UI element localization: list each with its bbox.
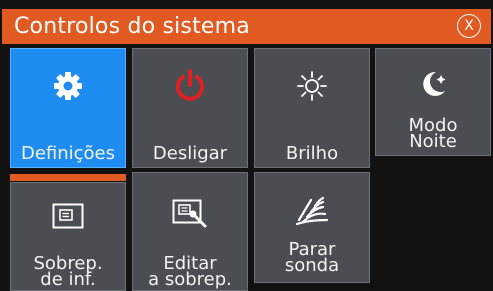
settings-label: Definições [20,143,116,164]
night-mode-tile[interactable]: Modo Noite [375,48,491,156]
overlay-icon [11,193,125,239]
info-overlay-tile[interactable]: Sobrep. de inf. [10,182,126,291]
power-off-tile[interactable]: Desligar [132,48,248,168]
info-overlay-label-line2: de inf. [40,269,96,290]
edit-overlay-tile[interactable]: Editar a sobrep. [132,172,248,291]
stop-sonar-tile[interactable]: Parar sonda [254,172,370,283]
gear-icon [11,63,125,109]
edit-overlay-label-line2: a sobrep. [148,269,232,290]
active-row-indicator [10,174,126,181]
night-mode-label-line2: Noite [409,131,457,152]
close-button[interactable]: X [457,14,481,38]
edit-overlay-icon [133,191,247,237]
power-off-label: Desligar [152,143,228,164]
brightness-label: Brilho [285,143,339,164]
sonar-icon [255,187,369,233]
dialog-titlebar: Controlos do sistema X [2,9,491,44]
brightness-tile[interactable]: Brilho [254,48,370,168]
moon-icon [376,61,490,107]
stop-sonar-label-line2: sonda [284,255,340,276]
dialog-title: Controlos do sistema [14,14,250,39]
system-controls-dialog: Controlos do sistema X Definições Deslig… [0,0,493,291]
power-icon [133,63,247,109]
settings-tile[interactable]: Definições [10,48,126,168]
sun-icon [255,63,369,109]
